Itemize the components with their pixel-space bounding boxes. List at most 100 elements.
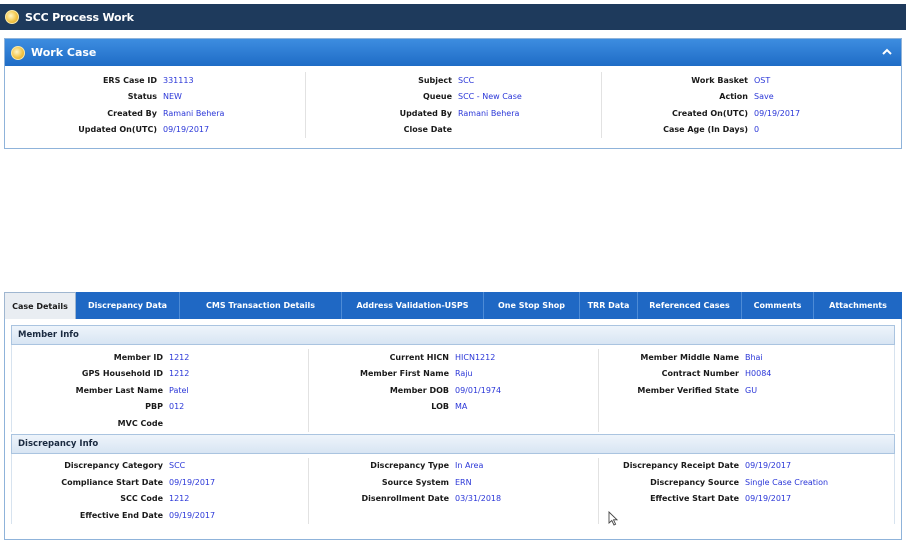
member-info-header[interactable]: Member Info (11, 325, 895, 345)
field-row: Discrepancy Category SCC (12, 458, 308, 475)
field-value: 331113 (163, 75, 194, 85)
field-row: Member Verified State GU (599, 382, 894, 399)
member-info-body: Member ID 1212 GPS Household ID 1212 Membe… (11, 345, 895, 432)
field-row: Updated On(UTC) 09/19/2017 (5, 122, 305, 139)
field-label: Status (127, 92, 157, 102)
field-label: Disenrollment Date (361, 494, 449, 504)
discrepancy-info-body: Discrepancy Category SCC Compliance Start… (11, 453, 895, 524)
field-row: Current HICN HICN1212 (309, 349, 598, 366)
tab-case-details[interactable]: Case Details (4, 292, 76, 319)
tab-content-case-details: Member Info Member ID 1212 GPS Household … (4, 319, 902, 540)
work-case-col-2: Subject SCC Queue SCC - New Case Updated B… (305, 72, 601, 138)
mouse-cursor-icon (608, 511, 618, 526)
discrepancy-info-col-3: Discrepancy Receipt Date 09/19/2017 Discr… (598, 457, 894, 524)
discrepancy-info-col-2: Discrepancy Type In Area Source System ERN… (308, 457, 598, 524)
field-row: Discrepancy Source Single Case Creation (599, 474, 894, 491)
field-label: Discrepancy Category (64, 461, 163, 471)
discrepancy-info-header[interactable]: Discrepancy Info (11, 433, 895, 454)
field-label: Discrepancy Type (370, 461, 449, 471)
field-row: Action Save (602, 89, 901, 106)
tab-trr-data[interactable]: TRR Data (580, 292, 638, 319)
field-row: Contract Number H0084 (599, 366, 894, 383)
field-label: Subject (418, 75, 452, 85)
field-label: Updated By (399, 108, 452, 118)
field-value: 03/31/2018 (455, 494, 502, 504)
field-label: Created By (107, 108, 157, 118)
chevron-up-icon[interactable] (882, 48, 892, 55)
field-value: 09/19/2017 (754, 108, 801, 118)
field-label: Current HICN (389, 352, 449, 362)
field-row: Member First Name Raju (309, 366, 598, 383)
field-value: SCC (169, 461, 186, 471)
field-value: Ramani Behera (458, 108, 520, 118)
field-value: 09/01/1974 (455, 385, 502, 395)
field-row: ERS Case ID 331113 (5, 72, 305, 89)
field-label: Member Last Name (75, 385, 163, 395)
field-row: Member Last Name Patel (12, 382, 308, 399)
tab-discrepancy-data[interactable]: Discrepancy Data (76, 292, 180, 319)
work-case-col-3: Work Basket OST Action Save Created On(UTC… (601, 72, 901, 138)
field-label: GPS Household ID (81, 369, 163, 379)
field-value: 09/19/2017 (169, 477, 216, 487)
field-row: PBP 012 (12, 399, 308, 416)
circle-icon (5, 10, 19, 24)
field-row: Disenrollment Date 03/31/2018 (309, 491, 598, 508)
field-row: Member DOB 09/01/1974 (309, 382, 598, 399)
field-label: Case Age (In Days) (663, 125, 748, 135)
work-case-header[interactable]: Work Case (5, 39, 901, 66)
field-value: H0084 (745, 369, 772, 379)
field-value: OST (754, 75, 771, 85)
field-value: 09/19/2017 (163, 125, 210, 135)
field-label: Close Date (403, 125, 452, 135)
work-case-title: Work Case (31, 46, 97, 59)
field-value: 012 (169, 402, 185, 412)
field-row: Work Basket OST (602, 72, 901, 89)
tab-one-stop-shop[interactable]: One Stop Shop (484, 292, 580, 319)
field-row: Discrepancy Receipt Date 09/19/2017 (599, 458, 894, 475)
tab-referenced-cases[interactable]: Referenced Cases (638, 292, 742, 319)
field-label: Contract Number (661, 369, 739, 379)
page-title: SCC Process Work (25, 10, 134, 24)
field-row: Member Middle Name Bhai (599, 349, 894, 366)
field-label: Compliance Start Date (61, 477, 163, 487)
field-label: Work Basket (691, 75, 748, 85)
tab-cms-transaction-details[interactable]: CMS Transaction Details (180, 292, 342, 319)
field-row: LOB MA (309, 399, 598, 416)
field-row: Status NEW (5, 89, 305, 106)
field-row: Subject SCC (306, 72, 601, 89)
field-value: Ramani Behera (163, 108, 225, 118)
tab-bar: Case Details Discrepancy Data CMS Transa… (4, 292, 902, 319)
field-label: Created On(UTC) (671, 108, 748, 118)
field-value: 0 (754, 125, 760, 135)
field-row: MVC Code (12, 415, 308, 432)
field-row: Compliance Start Date 09/19/2017 (12, 474, 308, 491)
field-value: 09/19/2017 (169, 510, 216, 520)
field-label: MVC Code (117, 418, 163, 428)
field-row: GPS Household ID 1212 (12, 366, 308, 383)
field-label: Discrepancy Source (650, 477, 739, 487)
field-value: In Area (455, 461, 484, 471)
field-value: MA (455, 402, 468, 412)
field-value: Bhai (745, 352, 763, 362)
tab-address-validation-usps[interactable]: Address Validation-USPS (342, 292, 484, 319)
member-info-fields: Member ID 1212 GPS Household ID 1212 Membe… (12, 345, 894, 432)
discrepancy-info-fields: Discrepancy Category SCC Compliance Start… (12, 454, 894, 524)
work-case-panel: Work Case ERS Case ID 331113 Status NEW Cr… (4, 38, 902, 149)
field-value: 1212 (169, 352, 190, 362)
field-label: Discrepancy Receipt Date (623, 461, 739, 471)
field-value: GU (745, 385, 758, 395)
field-label: Queue (422, 92, 452, 102)
field-row: Effective Start Date 09/19/2017 (599, 491, 894, 508)
field-row: Case Age (In Days) 0 (602, 122, 901, 139)
field-value: 1212 (169, 494, 190, 504)
field-row: Close Date (306, 122, 601, 139)
field-value: SCC - New Case (458, 92, 522, 102)
tab-comments[interactable]: Comments (742, 292, 814, 319)
tab-attachments[interactable]: Attachments (814, 292, 902, 319)
field-row: Effective End Date 09/19/2017 (12, 507, 308, 524)
field-row: Discrepancy Type In Area (309, 458, 598, 475)
field-value: 09/19/2017 (745, 494, 792, 504)
field-label: Effective End Date (79, 510, 163, 520)
field-label: Effective Start Date (650, 494, 739, 504)
field-row: Queue SCC - New Case (306, 89, 601, 106)
